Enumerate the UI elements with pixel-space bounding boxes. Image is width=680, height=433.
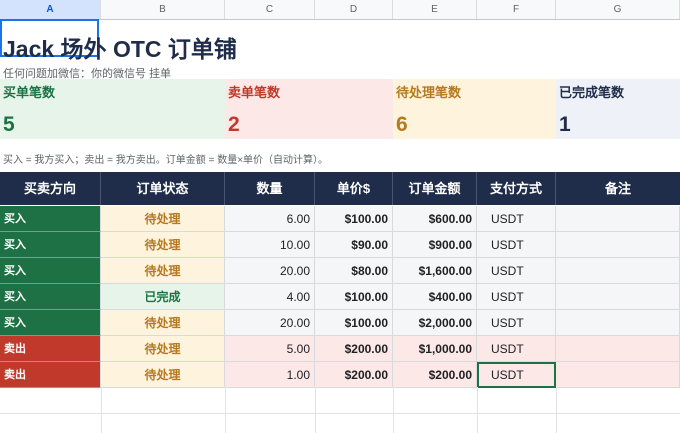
quantity-cell[interactable]: 4.00 (225, 284, 315, 310)
stat-value: 1 (559, 113, 571, 136)
stat-label: 已完成笔数 (559, 85, 625, 100)
header-quantity: 数量 (225, 172, 315, 205)
table-row: 卖出 待处理 1.00 $200.00 $200.00 USDT (0, 362, 680, 388)
table-header: 买卖方向 订单状态 数量 单价$ 订单金额 支付方式 备注 (0, 172, 680, 205)
stat-value: 6 (396, 113, 408, 136)
remarks-cell[interactable] (556, 336, 680, 362)
unit-price-cell[interactable]: $200.00 (315, 336, 393, 362)
header-remarks: 备注 (604, 181, 631, 196)
stat-label: 买单笔数 (3, 85, 56, 100)
amount-cell[interactable]: $900.00 (393, 232, 477, 258)
payment-cell[interactable]: USDT (477, 206, 556, 232)
unit-price-cell[interactable]: $100.00 (315, 310, 393, 336)
header-unit-price: 单价$ (315, 172, 393, 205)
grid-col-line (225, 387, 226, 433)
grid-col-line (477, 387, 478, 433)
header-amount: 订单金额 (393, 172, 477, 205)
active-cell[interactable] (477, 362, 556, 388)
payment-cell[interactable]: USDT (477, 258, 556, 284)
direction-cell[interactable]: 买入 (0, 206, 101, 232)
grid-row-line (0, 413, 680, 414)
amount-cell[interactable]: $2,000.00 (393, 310, 477, 336)
header-status: 订单状态 (101, 172, 225, 205)
amount-cell[interactable]: $1,000.00 (393, 336, 477, 362)
remarks-cell[interactable] (556, 232, 680, 258)
column-header-b[interactable]: B (101, 0, 225, 19)
stat-label: 卖单笔数 (228, 85, 281, 100)
unit-price-cell[interactable]: $100.00 (315, 284, 393, 310)
table-row: 买入 已完成 4.00 $100.00 $400.00 USDT (0, 284, 680, 310)
table-row: 卖出 待处理 5.00 $200.00 $1,000.00 USDT (0, 336, 680, 362)
status-cell[interactable]: 待处理 (101, 232, 225, 258)
quantity-cell[interactable]: 6.00 (225, 206, 315, 232)
quantity-cell[interactable]: 20.00 (225, 258, 315, 284)
remarks-cell[interactable] (556, 284, 680, 310)
header-direction: 买卖方向 (0, 172, 101, 205)
unit-price-cell[interactable]: $80.00 (315, 258, 393, 284)
table-row: 买入 待处理 20.00 $80.00 $1,600.00 USDT (0, 258, 680, 284)
remarks-cell[interactable] (556, 206, 680, 232)
direction-cell[interactable]: 买入 (0, 232, 101, 258)
status-cell[interactable]: 待处理 (101, 258, 225, 284)
remarks-cell[interactable] (556, 310, 680, 336)
amount-cell[interactable]: $400.00 (393, 284, 477, 310)
stat-sell-count: 卖单笔数 2 (225, 79, 393, 139)
direction-cell[interactable]: 买入 (0, 284, 101, 310)
unit-price-cell[interactable]: $90.00 (315, 232, 393, 258)
column-header-e[interactable]: E (393, 0, 477, 19)
grid-col-line (315, 387, 316, 433)
grid-col-line (393, 387, 394, 433)
column-header-f[interactable]: F (477, 0, 556, 19)
status-cell[interactable]: 待处理 (101, 206, 225, 232)
remarks-cell[interactable] (556, 362, 680, 388)
grid-col-line (101, 387, 102, 433)
amount-cell[interactable]: $1,600.00 (393, 258, 477, 284)
table-row: 买入 待处理 6.00 $100.00 $600.00 USDT (0, 206, 680, 232)
stat-label: 待处理笔数 (396, 85, 462, 100)
status-cell[interactable]: 待处理 (101, 310, 225, 336)
stat-pending-count: 待处理笔数 6 (393, 79, 556, 139)
quantity-cell[interactable]: 5.00 (225, 336, 315, 362)
status-cell[interactable]: 待处理 (101, 362, 225, 388)
table-row: 买入 待处理 10.00 $90.00 $900.00 USDT (0, 232, 680, 258)
column-header-c[interactable]: C (225, 0, 315, 19)
status-cell[interactable]: 待处理 (101, 336, 225, 362)
stat-value: 2 (228, 113, 240, 136)
status-cell[interactable]: 已完成 (101, 284, 225, 310)
payment-cell[interactable]: USDT (477, 284, 556, 310)
column-header-g[interactable]: G (556, 0, 680, 19)
direction-cell[interactable]: 卖出 (0, 362, 101, 388)
page-title: Jack 场外 OTC 订单铺 (3, 36, 237, 62)
quantity-cell[interactable]: 20.00 (225, 310, 315, 336)
quantity-cell[interactable]: 10.00 (225, 232, 315, 258)
stat-done-count: 已完成笔数 1 (556, 79, 680, 139)
amount-cell[interactable]: $200.00 (393, 362, 477, 388)
column-header-bar: A B C D E F G (0, 0, 680, 20)
quantity-cell[interactable]: 1.00 (225, 362, 315, 388)
payment-cell[interactable]: USDT (477, 310, 556, 336)
direction-cell[interactable]: 买入 (0, 310, 101, 336)
header-payment: 支付方式 (477, 172, 556, 205)
payment-cell[interactable]: USDT (477, 336, 556, 362)
direction-cell[interactable]: 卖出 (0, 336, 101, 362)
table-row: 买入 待处理 20.00 $100.00 $2,000.00 USDT (0, 310, 680, 336)
unit-price-cell[interactable]: $100.00 (315, 206, 393, 232)
payment-cell[interactable]: USDT (477, 232, 556, 258)
remarks-cell[interactable] (556, 258, 680, 284)
amount-cell[interactable]: $600.00 (393, 206, 477, 232)
stat-buy-count: 买单笔数 5 (0, 79, 225, 139)
direction-cell[interactable]: 买入 (0, 258, 101, 284)
grid-col-line (556, 387, 557, 433)
formula-note: 买入 = 我方买入；卖出 = 我方卖出。订单金额 = 数量×单价（自动计算）。 (3, 155, 329, 166)
column-header-a[interactable]: A (0, 0, 101, 19)
unit-price-cell[interactable]: $200.00 (315, 362, 393, 388)
column-header-d[interactable]: D (315, 0, 393, 19)
stat-value: 5 (3, 113, 15, 136)
